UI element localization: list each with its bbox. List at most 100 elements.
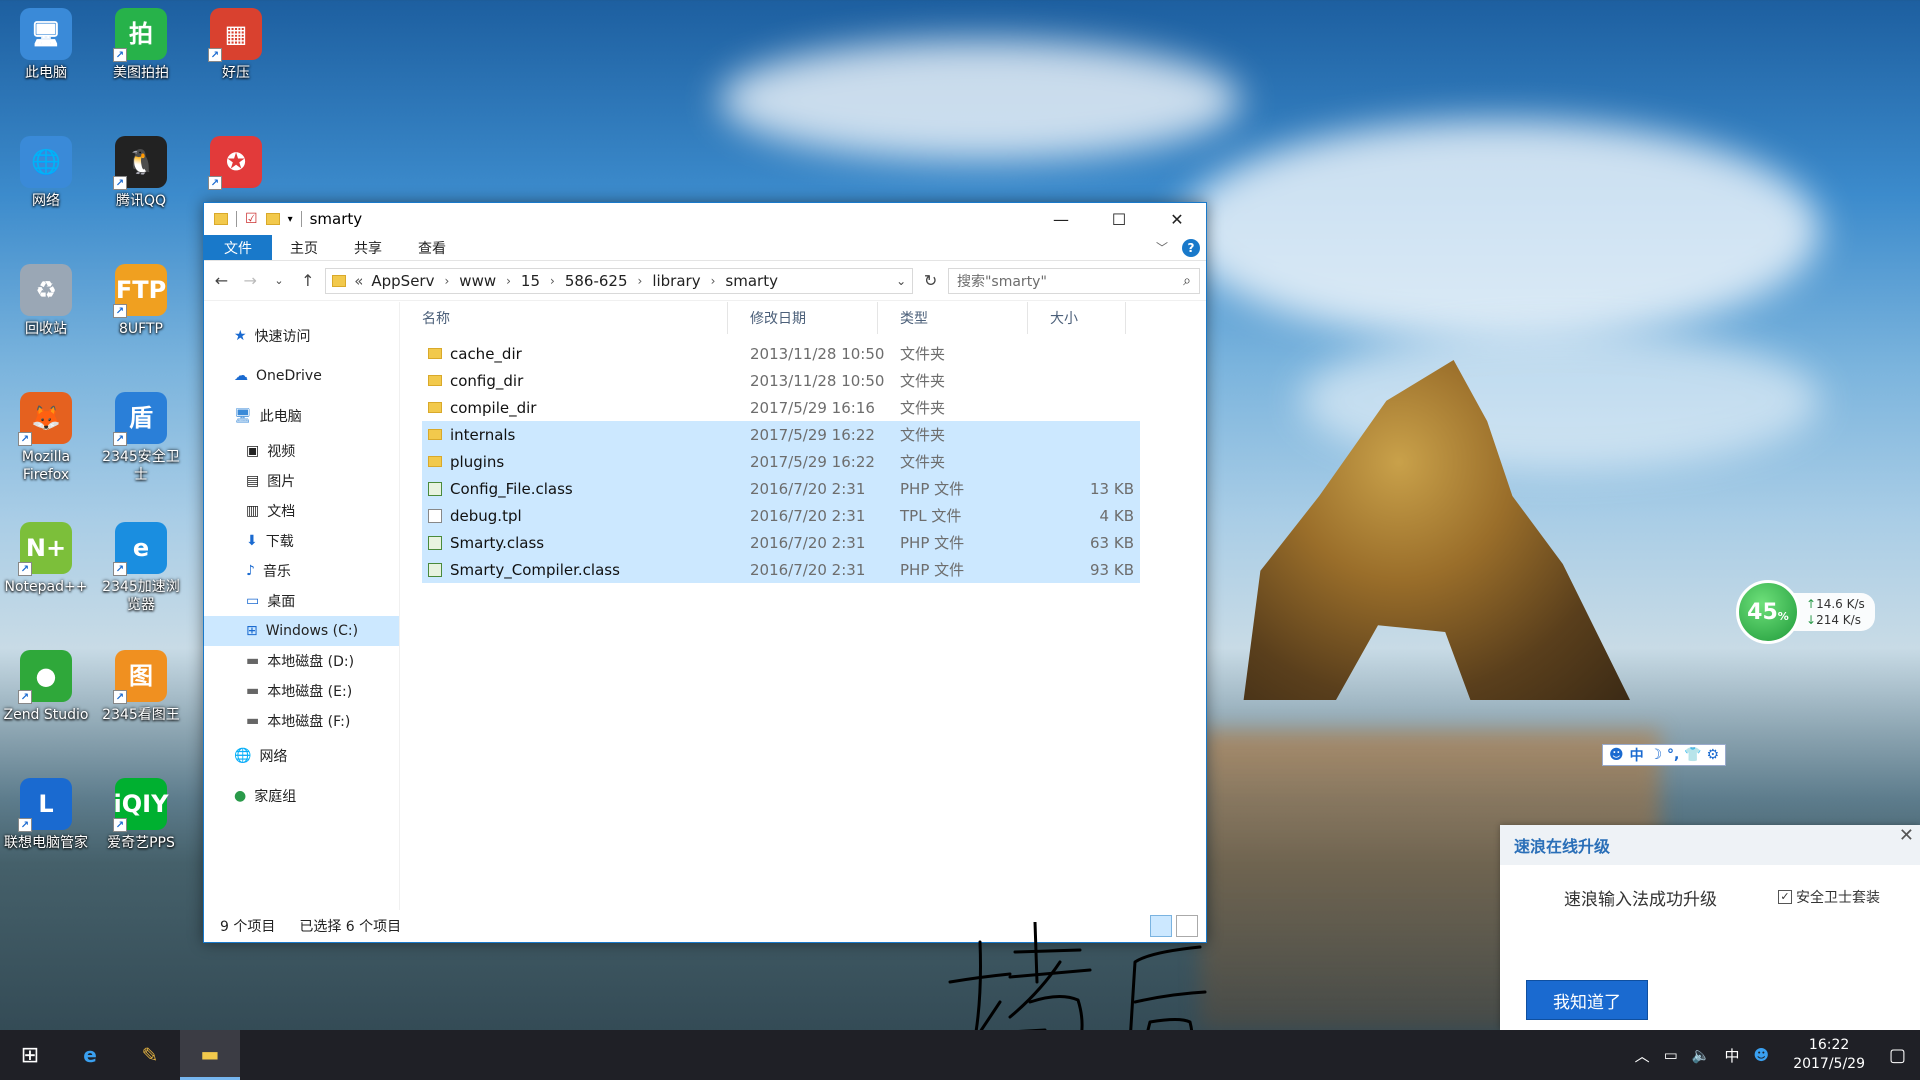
table-row[interactable]: Smarty.class 2016/7/20 2:31 PHP 文件 63 KB	[422, 529, 1140, 556]
sidebar-item-drive-c[interactable]: ⊞ Windows (C:)	[204, 616, 399, 646]
desktop-icon[interactable]: N+ ↗ Notepad++	[2, 522, 90, 596]
ime-mode-toggle[interactable]: 中	[1630, 745, 1644, 765]
desktop-icon[interactable]: 🖥 此电脑	[2, 8, 90, 82]
table-row[interactable]: plugins 2017/5/29 16:22 文件夹	[422, 448, 1140, 475]
tab-view[interactable]: 查看	[400, 235, 464, 260]
column-type[interactable]: 类型	[878, 302, 1028, 334]
sidebar-item-homegroup[interactable]: ● 家庭组	[204, 776, 399, 816]
breadcrumb-item[interactable]: 15	[521, 272, 540, 290]
ime-mascot-icon[interactable]: ☻	[1609, 747, 1624, 763]
sidebar-item-videos[interactable]: ▣ 视频	[204, 436, 399, 466]
back-icon[interactable]: ←	[210, 271, 233, 290]
paint-app-icon[interactable]: ✎	[120, 1030, 180, 1080]
desktop-icon[interactable]: 盾 ↗ 2345安全卫士	[97, 392, 185, 484]
sidebar-item-desktop[interactable]: ▭ 桌面	[204, 586, 399, 616]
table-row[interactable]: internals 2017/5/29 16:22 文件夹	[422, 421, 1140, 448]
desktop-icon[interactable]: ● ↗ Zend Studio	[2, 650, 90, 724]
clock[interactable]: 16:22 2017/5/29	[1783, 1036, 1875, 1074]
desktop-icon[interactable]: ♻ 回收站	[2, 264, 90, 338]
close-icon[interactable]: ✕	[1899, 825, 1914, 846]
properties-icon[interactable]: ☑	[245, 211, 258, 227]
close-button[interactable]: ✕	[1148, 203, 1206, 235]
breadcrumb-chevron-icon[interactable]: ›	[550, 274, 555, 288]
sidebar-item-pictures[interactable]: ▤ 图片	[204, 466, 399, 496]
desktop-icon[interactable]: 🦊 ↗ Mozilla Firefox	[2, 392, 90, 484]
column-date[interactable]: 修改日期	[728, 302, 878, 334]
breadcrumb-chevron-icon[interactable]: ›	[506, 274, 511, 288]
memory-usage-ball[interactable]: 45%	[1736, 580, 1800, 644]
sidebar-item-documents[interactable]: ▥ 文档	[204, 496, 399, 526]
show-hidden-icons-icon[interactable]: ︿	[1635, 1045, 1650, 1066]
sidebar-item-network[interactable]: 🌐 网络	[204, 736, 399, 776]
sidebar-item-quick-access[interactable]: ★ 快速访问	[204, 316, 399, 356]
column-size[interactable]: 大小	[1028, 302, 1126, 334]
large-icons-view-icon[interactable]	[1176, 915, 1198, 937]
tab-home[interactable]: 主页	[272, 235, 336, 260]
sidebar-item-drive-e[interactable]: ▬ 本地磁盘 (E:)	[204, 676, 399, 706]
sidebar-item-onedrive[interactable]: ☁ OneDrive	[204, 356, 399, 396]
forward-icon[interactable]: →	[239, 271, 262, 290]
expand-ribbon-icon[interactable]: ﹀	[1156, 239, 1168, 256]
ie-browser-icon[interactable]: e	[60, 1030, 120, 1080]
acknowledge-button[interactable]: 我知道了	[1526, 980, 1648, 1020]
start-button[interactable]: ⊞	[0, 1030, 60, 1080]
refresh-icon[interactable]: ↻	[919, 271, 942, 290]
up-icon[interactable]: ↑	[296, 271, 319, 290]
breadcrumb-overflow[interactable]: «	[354, 272, 363, 290]
action-center-icon[interactable]: ▢	[1889, 1045, 1906, 1066]
network-speed-widget[interactable]: 45% ↑14.6 K/s ↓214 K/s	[1736, 580, 1875, 644]
upgrade-notification[interactable]: 速浪在线升级 ✕ 速浪输入法成功升级 ✓ 安全卫士套装 我知道了	[1500, 825, 1920, 1030]
breadcrumb-item[interactable]: smarty	[725, 272, 778, 290]
sidebar-item-music[interactable]: ♪ 音乐	[204, 556, 399, 586]
search-icon[interactable]: ⌕	[1183, 273, 1191, 289]
table-row[interactable]: debug.tpl 2016/7/20 2:31 TPL 文件 4 KB	[422, 502, 1140, 529]
table-row[interactable]: cache_dir 2013/11/28 10:50 文件夹	[422, 340, 1140, 367]
title-bar[interactable]: ☑ ▾ smarty — ☐ ✕	[204, 203, 1206, 235]
table-row[interactable]: Config_File.class 2016/7/20 2:31 PHP 文件 13 …	[422, 475, 1140, 502]
input-method-indicator[interactable]: 中	[1725, 1045, 1740, 1066]
address-dropdown-icon[interactable]: ⌄	[896, 274, 906, 288]
chevron-down-icon[interactable]: ▾	[288, 214, 293, 225]
minimize-button[interactable]: —	[1032, 203, 1090, 235]
breadcrumb-chevron-icon[interactable]: ›	[444, 274, 449, 288]
address-bar[interactable]: « AppServ › www › 15 › 586-625 › library › smarty …	[325, 267, 914, 294]
sidebar-item-downloads[interactable]: ⬇ 下载	[204, 526, 399, 556]
breadcrumb-item[interactable]: 586-625	[565, 272, 628, 290]
desktop-icon[interactable]: 图 ↗ 2345看图王	[97, 650, 185, 724]
maximize-button[interactable]: ☐	[1090, 203, 1148, 235]
security-suite-checkbox[interactable]: ✓ 安全卫士套装	[1778, 887, 1880, 907]
breadcrumb-item[interactable]: AppServ	[371, 272, 434, 290]
help-icon[interactable]: ?	[1182, 238, 1200, 257]
recent-locations-icon[interactable]: ⌄	[268, 274, 291, 287]
ime-toolbar[interactable]: ☻ 中 ☽ °, 👕 ⚙	[1602, 744, 1727, 766]
breadcrumb-item[interactable]: www	[459, 272, 496, 290]
desktop-icon[interactable]: L ↗ 联想电脑管家	[2, 778, 90, 852]
details-view-icon[interactable]	[1150, 915, 1172, 937]
file-explorer-icon[interactable]: ▬	[180, 1030, 240, 1080]
table-row[interactable]: config_dir 2013/11/28 10:50 文件夹	[422, 367, 1140, 394]
explorer-window[interactable]: ☑ ▾ smarty — ☐ ✕ 文件 主页 共享 查看 ﹀ ? ← → ⌄ ↑…	[203, 202, 1207, 1080]
breadcrumb-item[interactable]: library	[652, 272, 700, 290]
desktop-icon[interactable]: FTP ↗ 8UFTP	[97, 264, 185, 338]
tab-file[interactable]: 文件	[204, 235, 272, 260]
desktop-icon[interactable]: 🌐 网络	[2, 136, 90, 210]
search-input[interactable]: 搜索"smarty" ⌕	[947, 267, 1200, 294]
desktop-icon[interactable]: 🐧 ↗ 腾讯QQ	[97, 136, 185, 210]
checkbox-mark[interactable]: ✓	[1778, 890, 1792, 904]
table-row[interactable]: compile_dir 2017/5/29 16:16 文件夹	[422, 394, 1140, 421]
column-name[interactable]: 名称	[400, 302, 728, 334]
sidebar-item-drive-d[interactable]: ▬ 本地磁盘 (D:)	[204, 646, 399, 676]
battery-icon[interactable]: ▭	[1664, 1046, 1678, 1064]
sidebar-item-this-pc[interactable]: 🖥 此电脑	[204, 396, 399, 436]
ime-tool-icons[interactable]: ☽ °, 👕 ⚙	[1650, 747, 1719, 763]
desktop-icon[interactable]: iQIY ↗ 爱奇艺PPS	[97, 778, 185, 852]
ime-tray-icon[interactable]: ☻	[1754, 1046, 1770, 1064]
breadcrumb-chevron-icon[interactable]: ›	[638, 274, 643, 288]
sidebar-item-drive-f[interactable]: ▬ 本地磁盘 (F:)	[204, 706, 399, 736]
table-row[interactable]: Smarty_Compiler.class 2016/7/20 2:31 PHP 文…	[422, 556, 1140, 583]
new-folder-icon[interactable]	[265, 213, 280, 225]
desktop-icon[interactable]: 拍 ↗ 美图拍拍	[97, 8, 185, 82]
desktop-icon[interactable]: ✪ ↗	[192, 136, 280, 192]
volume-icon[interactable]: 🔈	[1692, 1046, 1711, 1064]
desktop-icon[interactable]: e ↗ 2345加速浏览器	[97, 522, 185, 614]
